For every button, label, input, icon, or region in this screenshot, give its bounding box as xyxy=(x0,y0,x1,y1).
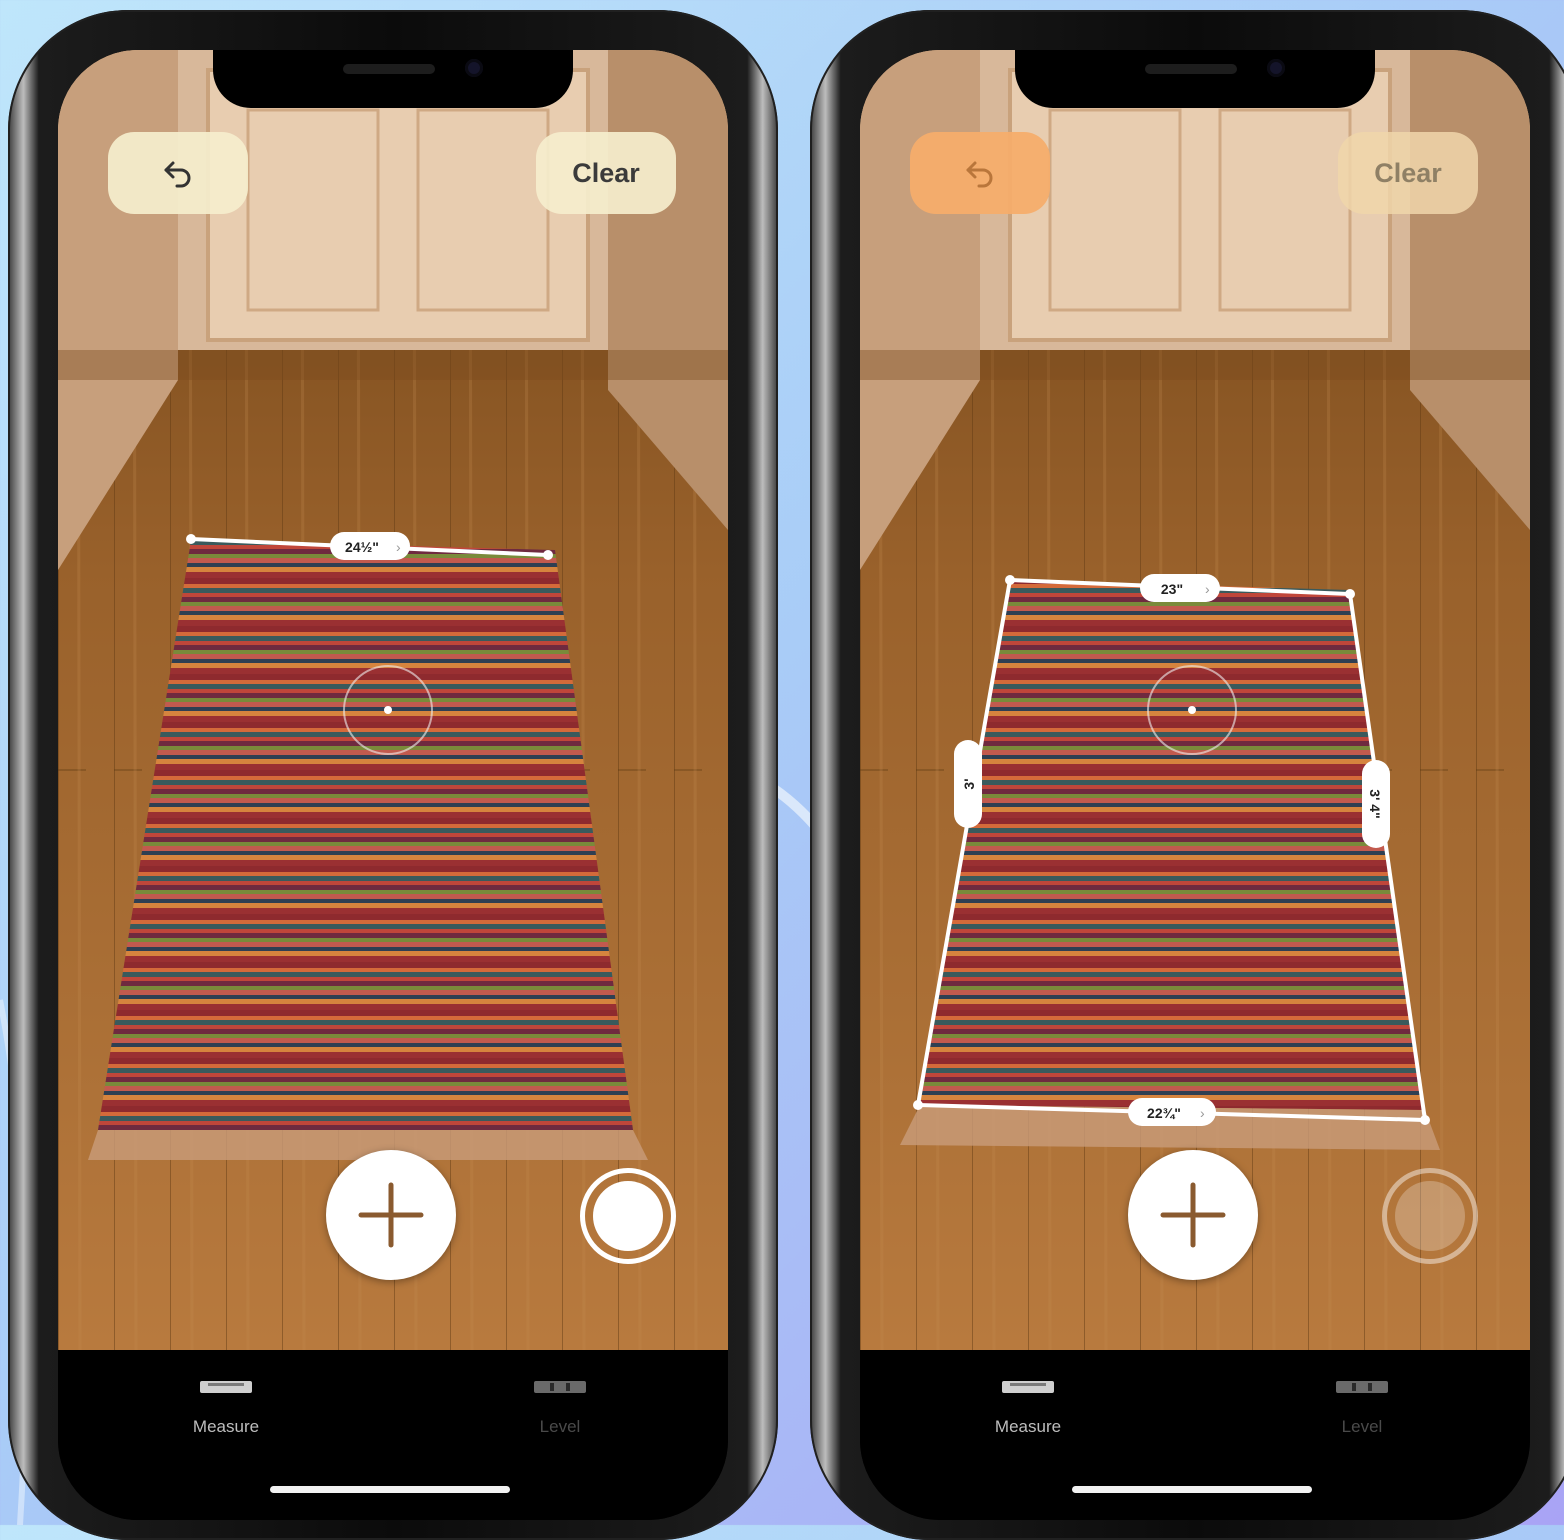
clear-button[interactable]: Clear xyxy=(536,132,676,214)
clear-button[interactable]: Clear xyxy=(1338,132,1478,214)
measure-app-screen: 23" › 3' 3' 4" 22¾" › Clear Measure Leve… xyxy=(860,50,1530,1520)
speaker-grille xyxy=(1145,64,1237,74)
tab-measure[interactable]: Measure xyxy=(146,1380,306,1437)
home-indicator[interactable] xyxy=(1072,1486,1312,1493)
svg-text:›: › xyxy=(1200,1105,1205,1121)
svg-text:›: › xyxy=(396,539,401,555)
tab-level[interactable]: Level xyxy=(1282,1380,1442,1437)
undo-button[interactable] xyxy=(910,132,1050,214)
speaker-grille xyxy=(343,64,435,74)
measurement-value: 3' 4" xyxy=(1367,789,1383,818)
measurement-value: 3' xyxy=(961,778,977,789)
measurement-label-top[interactable]: 23" › xyxy=(1140,574,1220,602)
level-icon xyxy=(1336,1381,1388,1393)
capture-button[interactable] xyxy=(1382,1168,1478,1264)
add-point-button[interactable] xyxy=(1128,1150,1258,1280)
capture-button-inner xyxy=(593,1181,663,1251)
tab-bar: Measure Level xyxy=(860,1350,1530,1520)
front-camera xyxy=(1267,59,1285,77)
tab-level-label: Level xyxy=(1341,1417,1383,1436)
svg-text:›: › xyxy=(1205,581,1210,597)
notch xyxy=(1015,50,1375,108)
measure-app-screen: 24½" › Clear Measure Level xyxy=(58,50,728,1520)
measurement-value: 24½" xyxy=(345,539,379,555)
capture-button[interactable] xyxy=(580,1168,676,1264)
phone-right: 23" › 3' 3' 4" 22¾" › Clear Measure Leve… xyxy=(810,10,1564,1540)
capture-button-inner xyxy=(1395,1181,1465,1251)
measurement-label-bottom[interactable]: 22¾" › xyxy=(1128,1098,1216,1126)
ruler-icon xyxy=(1002,1381,1054,1393)
undo-arrow-icon xyxy=(966,161,993,188)
phone-left: 24½" › Clear Measure Level xyxy=(8,10,778,1540)
front-camera xyxy=(465,59,483,77)
plus-icon xyxy=(1160,1182,1226,1248)
undo-arrow-icon xyxy=(164,161,191,188)
tab-level[interactable]: Level xyxy=(480,1380,640,1437)
add-point-button[interactable] xyxy=(326,1150,456,1280)
tab-measure-label: Measure xyxy=(192,1417,260,1436)
measurement-label-top[interactable]: 24½" › xyxy=(330,532,410,560)
ruler-icon xyxy=(200,1381,252,1393)
tab-level-label: Level xyxy=(539,1417,581,1436)
tab-bar: Measure Level xyxy=(58,1350,728,1520)
tab-measure-label: Measure xyxy=(994,1417,1062,1436)
plus-icon xyxy=(358,1182,424,1248)
notch xyxy=(213,50,573,108)
measurement-label-left[interactable]: 3' xyxy=(954,740,982,828)
measurement-label-right[interactable]: 3' 4" xyxy=(1362,760,1390,848)
level-icon xyxy=(534,1381,586,1393)
measurement-value: 23" xyxy=(1161,581,1183,597)
measurement-value: 22¾" xyxy=(1147,1105,1181,1121)
undo-button[interactable] xyxy=(108,132,248,214)
home-indicator[interactable] xyxy=(270,1486,510,1493)
tab-measure[interactable]: Measure xyxy=(948,1380,1108,1437)
